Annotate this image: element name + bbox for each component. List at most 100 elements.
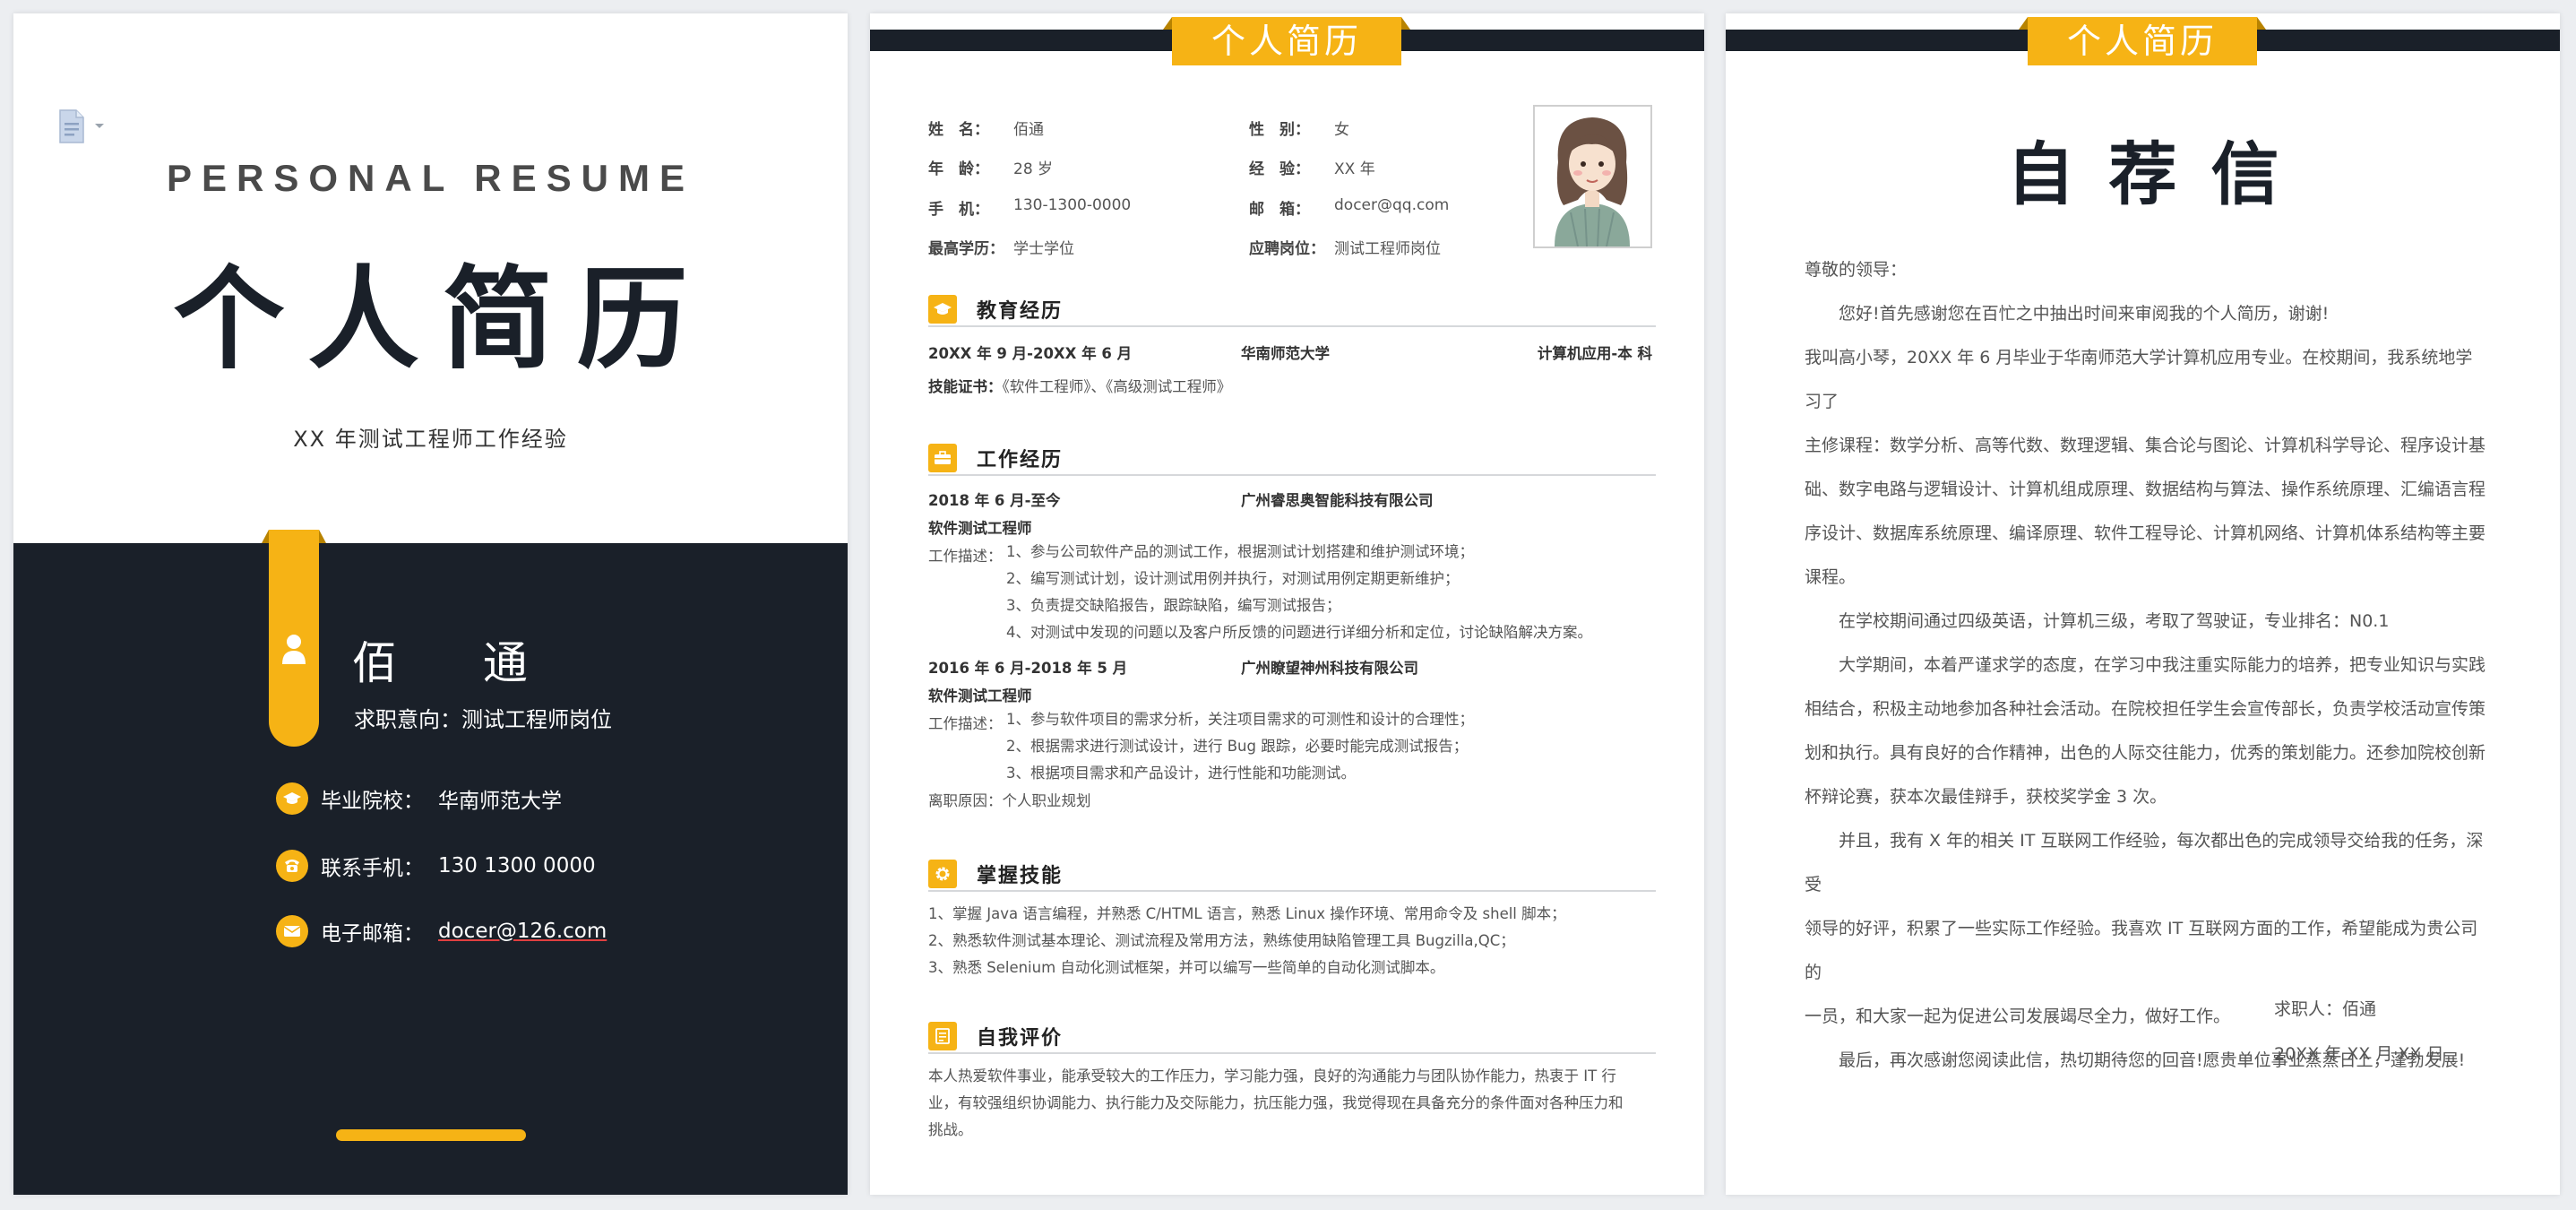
phone-label: 联系手机：: [321, 857, 424, 880]
phone-value: 130 1300 0000: [438, 854, 596, 877]
section-header: 自我评价: [928, 1020, 1656, 1054]
cover-row-school: 毕业院校： 华南师范大学: [276, 782, 562, 815]
age-label: 年 龄：: [928, 160, 989, 179]
header-tab-fold-left: [1163, 17, 1172, 30]
name-label: 姓 名：: [928, 120, 989, 139]
resume-header-tab: 个人简历: [1172, 17, 1401, 65]
job-duty: 1、参与公司软件产品的测试工作，根据测试计划搭建和维护测试环境；: [1006, 543, 1474, 560]
section-header: 教育经历: [928, 293, 1656, 327]
briefcase-icon: [928, 444, 957, 472]
person-icon: [282, 635, 306, 664]
leave-reason: 离职原因：个人职业规划: [928, 789, 1656, 810]
letter-line: 您好!首先感谢您在百忙之中抽出时间来审阅我的个人简历，谢谢!: [1839, 304, 2330, 324]
graduation-cap-icon: [928, 295, 957, 324]
letter-line: 在学校期间通过四级英语，计算机三级，考取了驾驶证，专业排名：N0.1: [1839, 611, 2390, 631]
education-period: 20XX 年 9 月-20XX 年 6 月: [928, 345, 1133, 362]
skills-list: 1、掌握 Java 语言编程，并熟悉 C/HTML 语言，熟悉 Linux 操作…: [928, 901, 1656, 981]
mailbox-label: 邮 箱：: [1249, 200, 1310, 219]
cover-accent-bar: [336, 1129, 526, 1141]
job-duty: 2、编写测试计划，设计测试用例并执行，对测试用例定期更新维护；: [1006, 570, 1460, 587]
self-evaluation-section: 自我评价 本人热爱软件事业，能承受较大的工作压力，学习能力强，良好的沟通能力与团…: [928, 1020, 1656, 1144]
job-description: 工作描述： 1、参与公司软件产品的测试工作，根据测试计划搭建和维护测试环境； 2…: [928, 543, 1656, 646]
intent-label: 求职意向：: [354, 707, 461, 732]
resume-page: 个人简历 姓 名： 佰通 性 别： 女 年 龄： 28 岁 经 验： XX 年 手 机：…: [870, 13, 1704, 1195]
letter-line: 并且，我有 X 年的相关 IT 互联网工作经验，每次都出色的完成领导交给我的任务…: [1805, 831, 2484, 895]
skill-item: 3、熟悉 Selenium 自动化测试框架，并可以编写一些简单的自动化测试脚本。: [928, 959, 1445, 976]
degree-label: 最高学历：: [928, 240, 1004, 259]
mobile-label: 手 机：: [928, 200, 989, 219]
greeting: 尊敬的领导：: [1805, 260, 1908, 280]
header-tab-fold-left: [2019, 17, 2028, 30]
info-row: 最高学历： 学士学位 应聘岗位： 测试工程师岗位: [928, 228, 1502, 268]
section-title: 掌握技能: [977, 865, 1064, 887]
job-period: 2018 年 6 月-至今: [928, 492, 1061, 509]
email-label: 电子邮箱：: [321, 922, 424, 946]
experience-value: XX 年: [1334, 160, 1375, 179]
education-school: 华南师范大学: [1241, 345, 1330, 362]
cover-row-phone: 联系手机： 130 1300 0000: [276, 850, 596, 882]
header-tab-fold-right: [1401, 17, 1410, 30]
mailbox-value: docer@qq.com: [1334, 195, 1450, 214]
education-major: 计算机应用-本 科: [1537, 345, 1652, 362]
letter-header-tab: 个人简历: [2028, 17, 2257, 65]
letter-line: 序设计、数据库系统原理、编译原理、软件工程导论、计算机网络、计算机体系结构等主要: [1805, 523, 2486, 543]
ribbon-fold-left: [262, 530, 269, 543]
intent-value: 测试工程师岗位: [461, 707, 612, 732]
cover-row-email: 电子邮箱： docer@126.com: [276, 915, 607, 947]
section-title: 教育经历: [977, 300, 1064, 323]
job-position: 软件测试工程师: [928, 687, 1032, 704]
document-menu[interactable]: [58, 108, 123, 145]
cover-intent: 求职意向：测试工程师岗位: [354, 702, 612, 733]
text-line: 挑战。: [928, 1121, 973, 1138]
graduation-cap-icon: [276, 782, 308, 815]
text-line: 本人热爱软件事业，能承受较大的工作压力，学习能力强，良好的沟通能力与团队协作能力…: [928, 1067, 1616, 1085]
job-desc-label: 工作描述：: [928, 715, 1003, 732]
signature-date: 20XX 年 XX 月 XX 日: [2274, 1044, 2444, 1064]
leave-value: 个人职业规划: [1002, 792, 1091, 809]
header-tab-fold-right: [2257, 17, 2266, 30]
letter-line: 大学期间，本着严谨求学的态度，在学习中我注重实际能力的培养，把专业知识与实践: [1839, 655, 2486, 675]
certificates: 技能证书：《软件工程师》、《高级测试工程师》: [928, 375, 1656, 396]
email-value[interactable]: docer@126.com: [438, 920, 607, 943]
cover-letter-page: 个人简历 自荐信 尊敬的领导： 您好!首先感谢您在百忙之中抽出时间来审阅我的个人…: [1726, 13, 2560, 1195]
letter-line: 课程。: [1805, 567, 1857, 587]
self-evaluation-text: 本人热爱软件事业，能承受较大的工作压力，学习能力强，良好的沟通能力与团队协作能力…: [928, 1063, 1656, 1144]
school-value: 华南师范大学: [438, 790, 562, 813]
job-duty: 4、对测试中发现的问题以及客户所反馈的问题进行详细分析和定位，讨论缺陷解决方案。: [1006, 624, 1592, 641]
profile-photo: [1533, 105, 1652, 248]
cover-chinese-title: 个人简历: [173, 255, 711, 385]
section-title: 自我评价: [977, 1027, 1064, 1050]
degree-value: 学士学位: [1013, 240, 1074, 259]
skill-item: 2、熟悉软件测试基本理论、测试流程及常用方法，熟练使用缺陷管理工具 Bugzil…: [928, 932, 1515, 949]
letter-line: 一员，和大家一起为促进公司发展竭尽全力，做好工作。: [1805, 1007, 2231, 1026]
gender-value: 女: [1334, 120, 1349, 139]
name-value: 佰通: [1013, 120, 1044, 139]
position-value: 测试工程师岗位: [1334, 240, 1441, 259]
info-row: 年 龄： 28 岁 经 验： XX 年: [928, 148, 1502, 188]
job-duty: 1、参与软件项目的需求分析，关注项目需求的可测性和设计的合理性；: [1006, 711, 1474, 728]
cover-page: PERSONAL RESUME 个人简历 XX 年测试工程师工作经验 佰 通 求…: [13, 13, 848, 1195]
job-position: 软件测试工程师: [928, 520, 1032, 537]
education-section: 教育经历 20XX 年 9 月-20XX 年 6 月 华南师范大学 计算机应用-…: [928, 293, 1656, 396]
phone-icon: [276, 850, 308, 882]
chevron-down-icon: [95, 124, 104, 128]
job-duty: 3、负责提交缺陷报告，跟踪缺陷，编写测试报告；: [1006, 597, 1341, 614]
cert-label: 技能证书：: [928, 378, 1003, 395]
mail-icon: [276, 915, 308, 947]
cover-english-title: PERSONAL RESUME: [167, 157, 694, 199]
job-desc-label: 工作描述：: [928, 548, 1003, 565]
cert-value: 《软件工程师》、《高级测试工程师》: [1002, 378, 1232, 395]
cover-name: 佰 通: [352, 637, 564, 689]
leave-label: 离职原因：: [928, 792, 1003, 809]
letter-line: 划和执行。具有良好的合作精神，出色的人际交往能力，优秀的策划能力。还参加院校创新: [1805, 743, 2486, 763]
school-label: 毕业院校：: [321, 790, 424, 813]
info-row: 姓 名： 佰通 性 别： 女: [928, 108, 1502, 148]
letter-line: 相结合，积极主动地参加各种社会活动。在院校担任学生会宣传部长，负责学校活动宣传策: [1805, 699, 2486, 719]
experience-label: 经 验：: [1249, 160, 1310, 179]
letter-line: 杯辩论赛，获本次最佳辩手，获校奖学金 3 次。: [1805, 787, 2167, 807]
mobile-value: 130-1300-0000: [1013, 195, 1132, 214]
job-period: 2016 年 6 月-2018 年 5 月: [928, 660, 1128, 677]
section-header: 工作经历: [928, 442, 1656, 476]
info-row: 手 机： 130-1300-0000 邮 箱： docer@qq.com: [928, 187, 1502, 228]
gear-icon: [928, 860, 957, 888]
